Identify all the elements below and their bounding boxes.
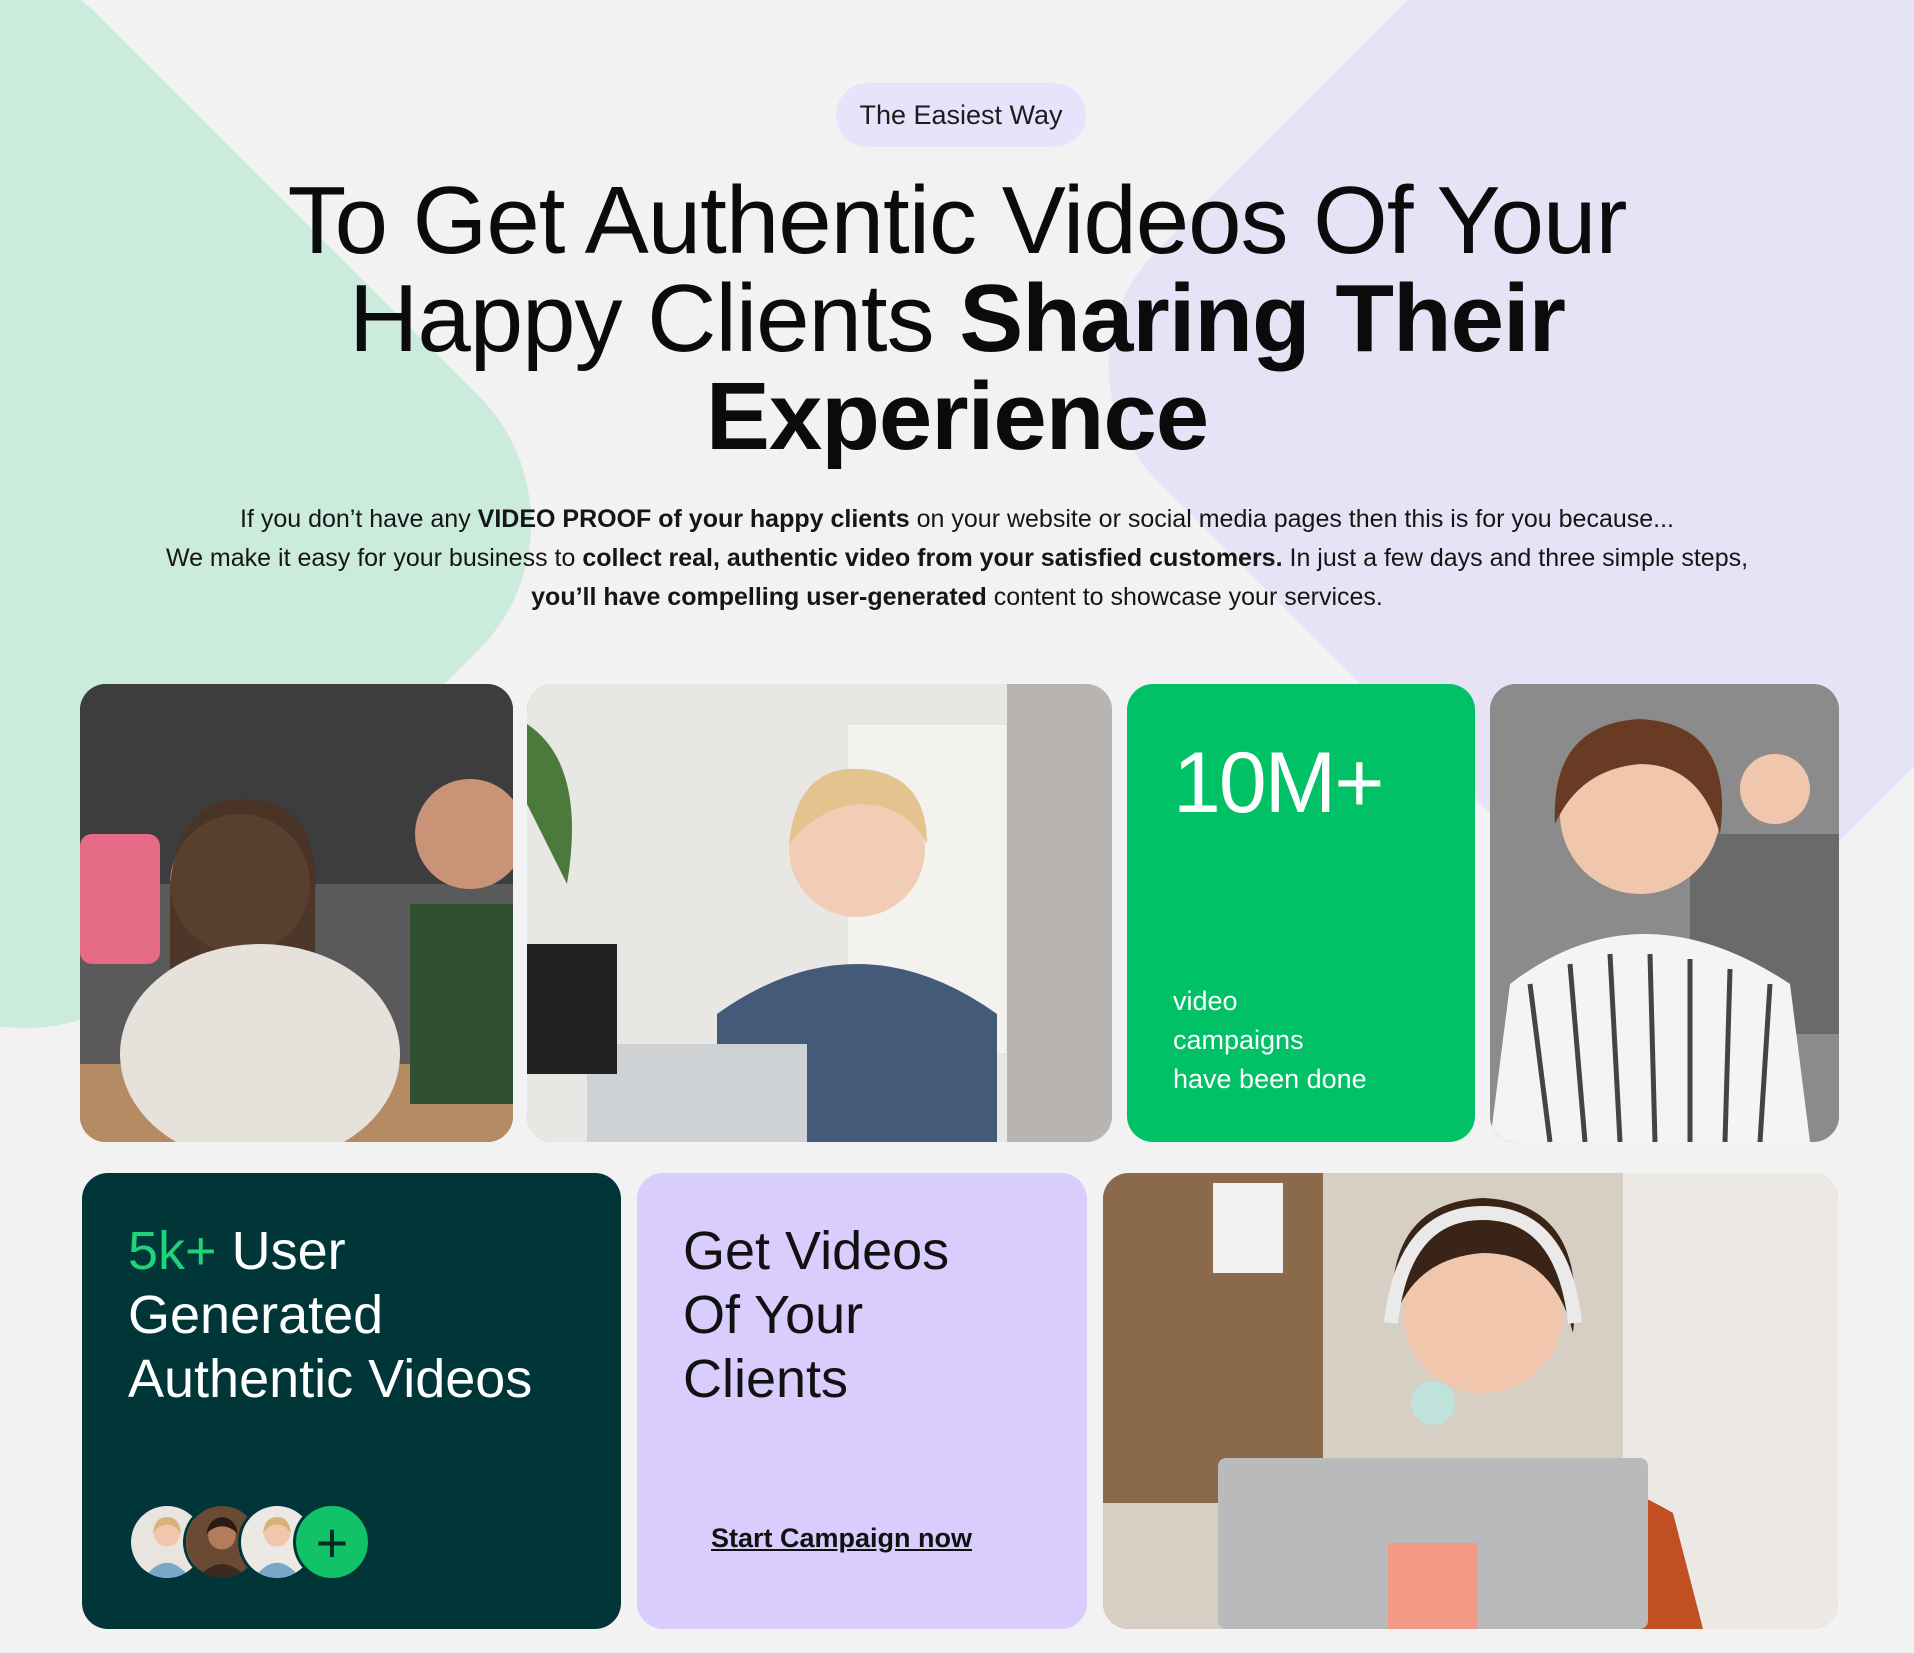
cta-title-line-2: Of Your — [683, 1285, 864, 1345]
ugc-title-line-3: Authentic Videos — [128, 1349, 533, 1409]
stat-caption-line: campaigns — [1173, 1025, 1304, 1055]
stat-card: 10M+ video campaigns have been done — [1127, 684, 1475, 1142]
ugc-card: 5k+ User Generated Authentic Videos + — [82, 1173, 621, 1629]
photo-woman-headphones — [1103, 1173, 1838, 1629]
headline-bold-2: Experience — [705, 363, 1209, 470]
badge-text: The Easiest Way — [859, 99, 1063, 130]
intro-part: In just a few days and three simple step… — [1282, 544, 1749, 572]
intro-bold: collect real, authentic video from your … — [582, 544, 1283, 572]
page-title: To Get Authentic Videos Of Your Happy Cl… — [0, 172, 1914, 466]
photo-woman-ok-sign — [1490, 684, 1839, 1142]
headline-line-2: Happy Clients Sharing Their — [0, 270, 1914, 368]
cta-title-line-1: Get Videos — [683, 1221, 950, 1281]
add-avatar-button[interactable]: + — [293, 1503, 371, 1581]
intro-part: We make it easy for your business to — [165, 544, 583, 572]
stat-caption-line: video — [1173, 986, 1238, 1016]
headline-bold: Sharing Their — [959, 265, 1566, 372]
intro-part: on your website or social media pages th… — [909, 505, 1674, 533]
stat-caption: video campaigns have been done — [1173, 982, 1367, 1099]
ugc-accent: 5k+ — [128, 1221, 217, 1281]
cta-title-line-3: Clients — [683, 1349, 849, 1409]
intro-part: content to showcase your services. — [986, 583, 1383, 611]
ugc-title: 5k+ User Generated Authentic Videos — [128, 1219, 532, 1411]
headline-regular: Happy Clients — [348, 265, 960, 372]
ugc-title-rest: User — [216, 1221, 346, 1281]
headline-line-3: Experience — [0, 368, 1914, 466]
photo-woman-laptop — [527, 684, 1112, 1142]
cta-card-title: Get Videos Of Your Clients — [683, 1219, 949, 1411]
ugc-title-line-1: 5k+ User — [128, 1219, 532, 1283]
ugc-title-line-2: Generated — [128, 1285, 384, 1345]
intro-bold: you’ll have compelling user-generated — [531, 583, 987, 611]
start-campaign-link[interactable]: Start Campaign now — [711, 1523, 972, 1554]
intro-bold: VIDEO PROOF of your happy clients — [477, 505, 910, 533]
stat-caption-line: have been done — [1173, 1064, 1367, 1094]
intro-part: If you don’t have any — [240, 505, 478, 533]
intro-text: If you don’t have any VIDEO PROOF of you… — [160, 500, 1754, 617]
photo-friends-filming — [80, 684, 513, 1142]
headline-line-1: To Get Authentic Videos Of Your — [287, 167, 1628, 274]
avatar-group: + — [128, 1503, 388, 1583]
cta-card: Get Videos Of Your Clients Start Campaig… — [637, 1173, 1087, 1629]
stat-number: 10M+ — [1173, 735, 1385, 831]
badge-pill: The Easiest Way — [836, 83, 1086, 147]
